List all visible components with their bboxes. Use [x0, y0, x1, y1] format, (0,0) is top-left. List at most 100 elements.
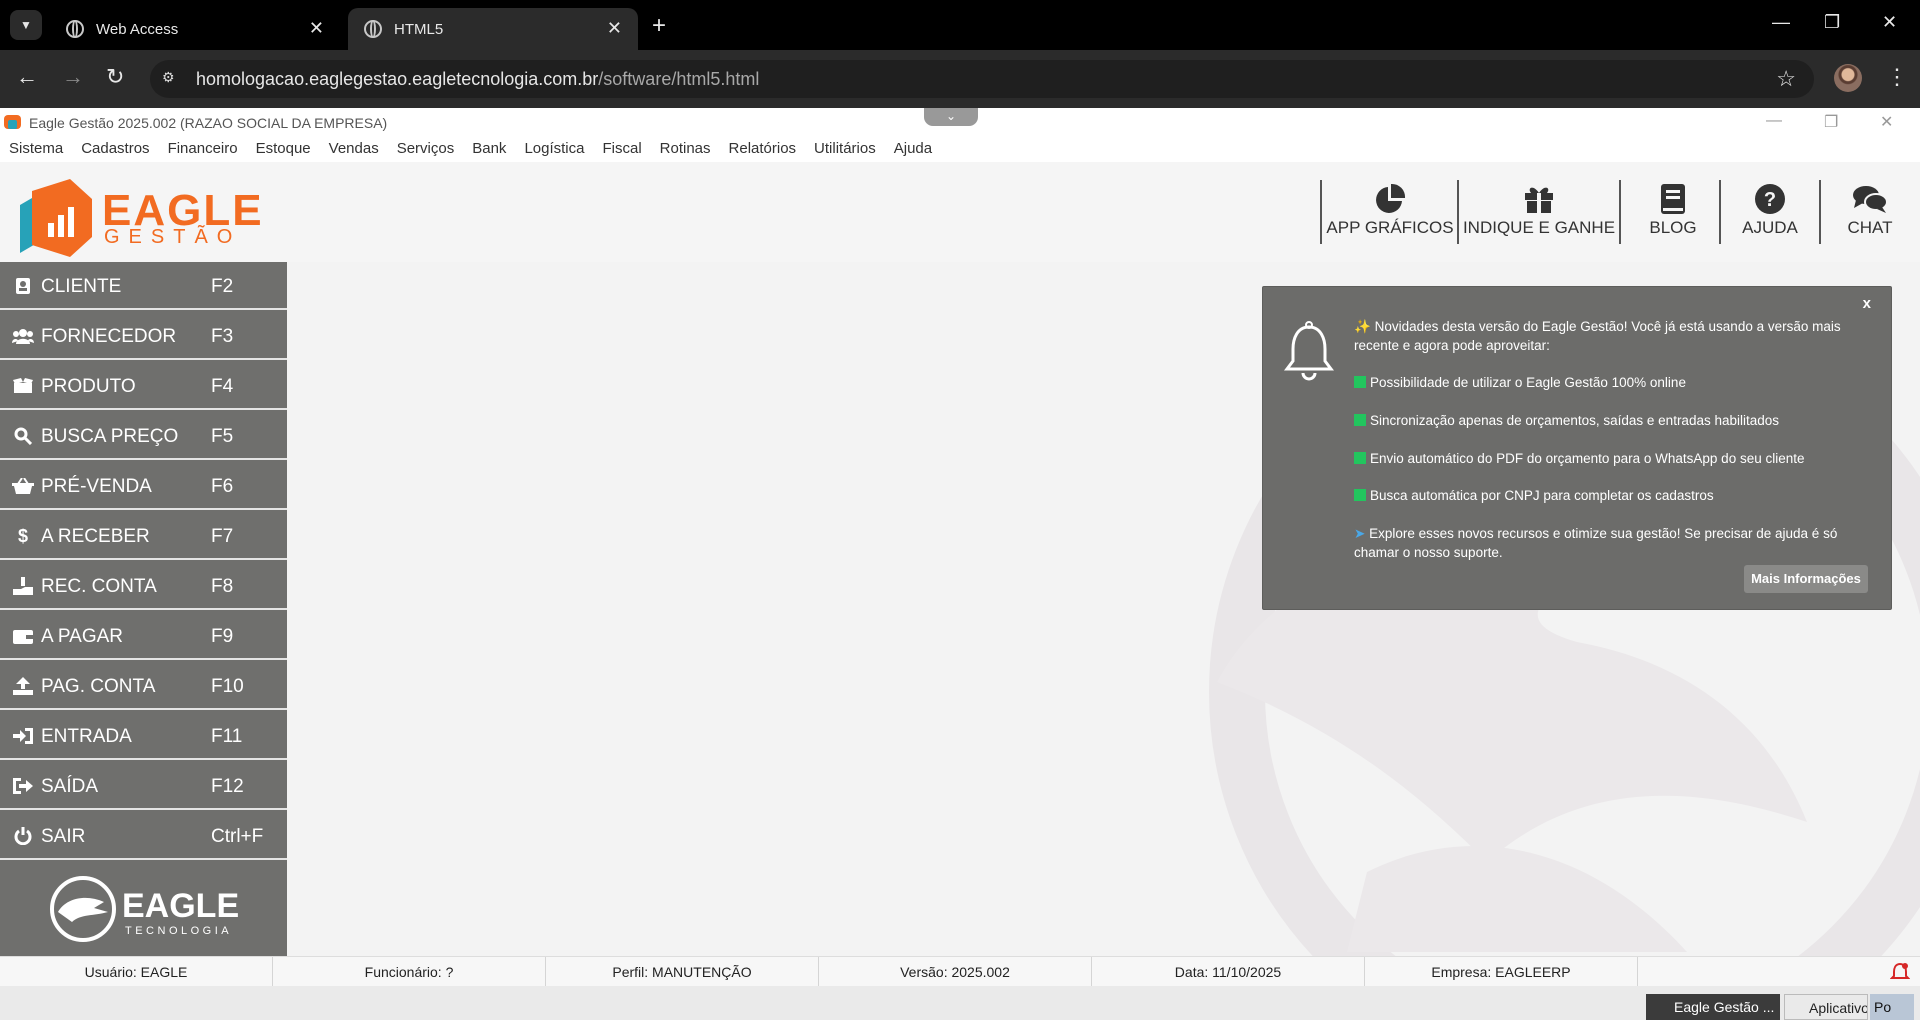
app-window-title: Eagle Gestão 2025.002 (RAZAO SOCIAL DA E… — [29, 115, 388, 131]
paper-plane-icon: ➤ — [1354, 526, 1366, 541]
app-minimize-button[interactable]: — — [1766, 112, 1782, 130]
menu-estoque[interactable]: Estoque — [256, 136, 311, 162]
sparkle-icon: ✨ — [1354, 319, 1371, 334]
close-tab-icon[interactable]: ✕ — [607, 18, 622, 39]
sidebar-item-rec-conta[interactable]: REC. CONTA F8 — [0, 562, 287, 610]
contact-card-icon — [12, 276, 34, 296]
close-tab-icon[interactable]: ✕ — [309, 18, 324, 39]
release-notes-popup: x ✨ Novidades desta versão do Eagle Gest… — [1262, 286, 1892, 610]
forward-button[interactable]: → — [62, 64, 84, 90]
sidebar-item-sair[interactable]: SAIR Ctrl+F — [0, 812, 287, 860]
footer-brand-word: EAGLE — [122, 887, 239, 925]
menu-ajuda[interactable]: Ajuda — [894, 136, 932, 162]
tab-search-button[interactable]: ▼ — [10, 10, 42, 40]
taskbar-eagle-gestao[interactable]: Eagle Gestão ... — [1646, 994, 1780, 1020]
menu-relatorios[interactable]: Relatórios — [729, 136, 797, 162]
taskbar-area — [0, 986, 1920, 1020]
menu-fiscal[interactable]: Fiscal — [602, 136, 641, 162]
restore-window-button[interactable]: ❐ — [1824, 12, 1840, 33]
sidebar-item-saida[interactable]: SAÍDA F12 — [0, 762, 287, 810]
menu-cadastros[interactable]: Cadastros — [81, 136, 149, 162]
header-divider — [1320, 180, 1322, 244]
globe-icon — [66, 20, 84, 38]
browser-toolbar: ← → ↻ ⚙ homologacao.eaglegestao.eagletec… — [0, 50, 1920, 108]
sign-out-icon — [12, 776, 34, 796]
collapse-toolbar-icon[interactable]: ⌄ — [924, 108, 978, 126]
bookmark-star-icon[interactable]: ☆ — [1776, 66, 1796, 92]
feature-item: Envio automático do PDF do orçamento par… — [1354, 449, 1866, 468]
blog-button[interactable]: BLOG — [1634, 182, 1712, 244]
basket-icon — [12, 476, 34, 496]
green-square-icon — [1354, 489, 1366, 501]
minimize-window-button[interactable]: — — [1772, 12, 1790, 33]
status-usuario: Usuário: EAGLE — [0, 957, 273, 987]
browser-menu-icon[interactable]: ⋮ — [1886, 64, 1908, 90]
menu-sistema[interactable]: Sistema — [9, 136, 63, 162]
book-icon — [1655, 182, 1691, 216]
sidebar-item-entrada[interactable]: ENTRADA F11 — [0, 712, 287, 760]
header-divider — [1719, 180, 1721, 244]
menu-financeiro[interactable]: Financeiro — [168, 136, 238, 162]
sidebar-item-pag-conta[interactable]: PAG. CONTA F10 — [0, 662, 287, 710]
browser-tab-strip: ▼ Web Access ✕ HTML5 ✕ + — ❐ ✕ — [0, 0, 1920, 50]
sidebar-item-a-receber[interactable]: $ A RECEBER F7 — [0, 512, 287, 560]
status-funcionario: Funcionário: ? — [273, 957, 546, 987]
chat-button[interactable]: CHAT — [1834, 182, 1906, 244]
status-perfil: Perfil: MANUTENÇÃO — [546, 957, 819, 987]
green-square-icon — [1354, 452, 1366, 464]
popup-outro: ➤ Explore esses novos recursos e otimize… — [1354, 526, 1838, 560]
bell-icon — [1284, 321, 1334, 381]
url-text[interactable]: homologacao.eaglegestao.eagletecnologia.… — [196, 69, 759, 90]
menu-logistica[interactable]: Logística — [524, 136, 584, 162]
header-divider — [1819, 180, 1821, 244]
shortcut-sidebar: CLIENTE F2 FORNECEDOR F3 PRODUTO F4 BUSC… — [0, 262, 287, 956]
sidebar-item-cliente[interactable]: CLIENTE F2 — [0, 262, 287, 310]
back-button[interactable]: ← — [16, 64, 38, 90]
menu-servicos[interactable]: Serviços — [397, 136, 455, 162]
feature-item: Busca automática por CNPJ para completar… — [1354, 486, 1866, 505]
browser-tab-html5[interactable]: HTML5 ✕ — [348, 8, 638, 50]
users-icon — [12, 326, 34, 346]
app-header: EAGLE GESTÃO APP GRÁFICOS INDIQUE E GANH… — [0, 162, 1920, 262]
taskbar-po[interactable]: Po — [1870, 994, 1914, 1020]
sidebar-item-a-pagar[interactable]: A PAGAR F9 — [0, 612, 287, 660]
site-info-icon[interactable]: ⚙ — [162, 69, 182, 89]
menu-bank[interactable]: Bank — [472, 136, 506, 162]
menu-vendas[interactable]: Vendas — [329, 136, 379, 162]
more-info-button[interactable]: Mais Informações — [1744, 565, 1868, 593]
sidebar-item-produto[interactable]: PRODUTO F4 — [0, 362, 287, 410]
profile-avatar[interactable] — [1834, 64, 1862, 92]
tab-title: Web Access — [96, 20, 179, 38]
app-logo-icon — [4, 115, 21, 129]
green-square-icon — [1354, 414, 1366, 426]
chat-icon — [1852, 182, 1888, 216]
brand-subtitle: GESTÃO — [104, 226, 242, 248]
footer-brand-sub: TECNOLOGIA — [125, 925, 232, 937]
indique-e-ganhe-button[interactable]: INDIQUE E GANHE — [1463, 182, 1615, 244]
eagle-gestao-logo-icon — [20, 179, 92, 257]
wallet-icon — [12, 626, 34, 646]
new-tab-button[interactable]: + — [652, 12, 666, 40]
close-window-button[interactable]: ✕ — [1882, 12, 1897, 33]
sign-in-icon — [12, 726, 34, 746]
status-versao: Versão: 2025.002 — [819, 957, 1092, 987]
green-square-icon — [1354, 376, 1366, 388]
sidebar-item-busca-preco[interactable]: BUSCA PREÇO F5 — [0, 412, 287, 460]
close-popup-button[interactable]: x — [1863, 295, 1871, 312]
taskbar-aplicativo[interactable]: Aplicativo — [1784, 994, 1868, 1020]
sidebar-item-fornecedor[interactable]: FORNECEDOR F3 — [0, 312, 287, 360]
app-close-button[interactable]: ✕ — [1880, 112, 1893, 132]
address-bar[interactable]: ⚙ homologacao.eaglegestao.eagletecnologi… — [150, 60, 1814, 98]
ajuda-button[interactable]: ? AJUDA — [1734, 182, 1806, 244]
power-icon — [12, 826, 34, 846]
browser-tab-web-access[interactable]: Web Access ✕ — [50, 8, 340, 50]
alarm-bell-icon[interactable] — [1890, 962, 1910, 982]
app-restore-button[interactable]: ❐ — [1824, 112, 1838, 132]
menu-rotinas[interactable]: Rotinas — [660, 136, 711, 162]
pie-chart-icon — [1372, 182, 1408, 216]
menu-utilitarios[interactable]: Utilitários — [814, 136, 876, 162]
app-graficos-button[interactable]: APP GRÁFICOS — [1326, 182, 1454, 244]
sidebar-item-pre-venda[interactable]: PRÉ-VENDA F6 — [0, 462, 287, 510]
header-divider — [1619, 180, 1621, 244]
reload-button[interactable]: ↻ — [106, 64, 124, 90]
